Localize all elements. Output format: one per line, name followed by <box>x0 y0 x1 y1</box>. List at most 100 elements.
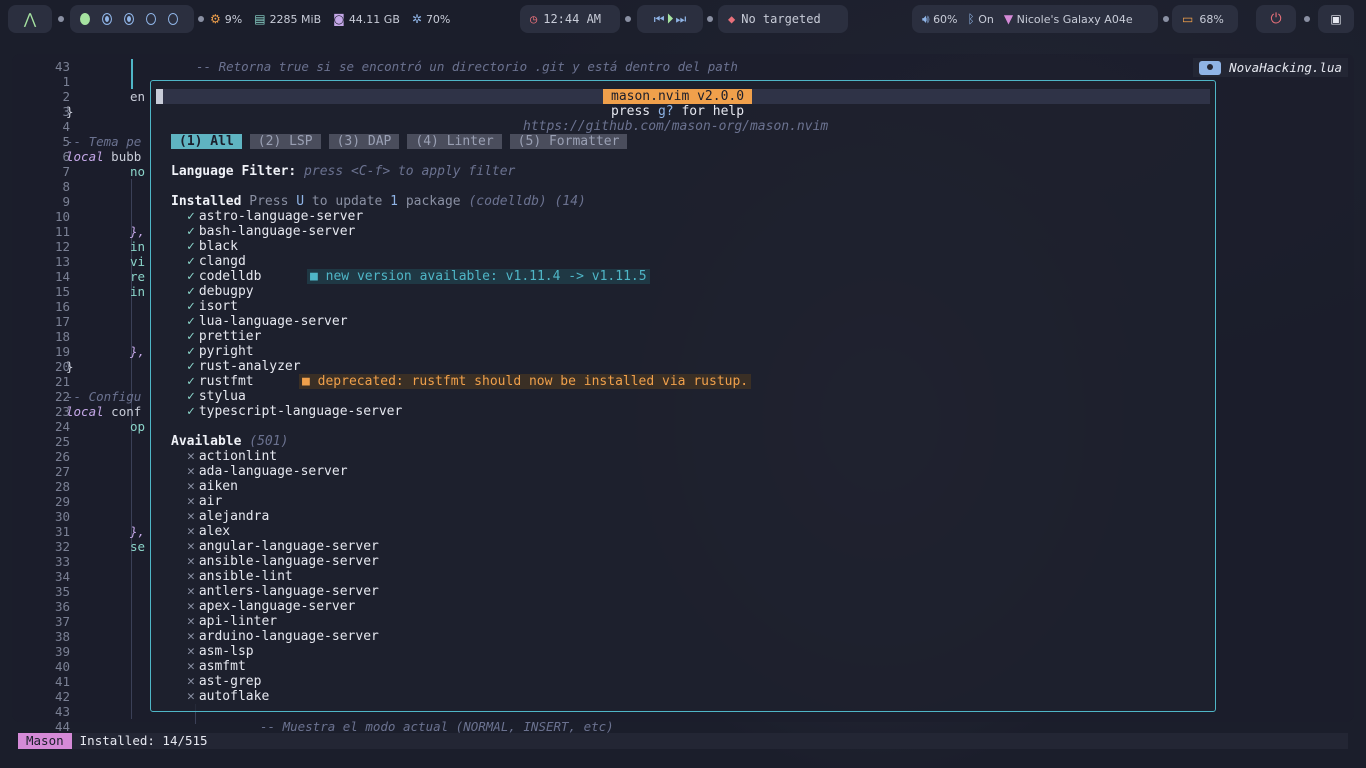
line-number: 28 <box>54 479 70 494</box>
volume-level: 60% <box>933 12 958 26</box>
available-package[interactable]: ✕ ada-language-server <box>187 464 348 479</box>
play-icon[interactable]: ⏵ <box>667 11 674 27</box>
check-icon: ✓ <box>187 329 195 344</box>
available-package[interactable]: ✕ asmfmt <box>187 659 246 674</box>
rustfmt-deprecation-notice: ■ deprecated: rustfmt should now be inst… <box>299 374 752 389</box>
available-package[interactable]: ✕ apex-language-server <box>187 599 355 614</box>
installed-package[interactable]: ✓ clangd <box>187 254 246 269</box>
available-package[interactable]: ✕ antlers-language-server <box>187 584 379 599</box>
check-icon: ✓ <box>187 299 195 314</box>
line-number: 29 <box>54 494 70 509</box>
code-keyword: local <box>66 149 104 164</box>
installed-package[interactable]: ✓ pyright <box>187 344 254 359</box>
tab-linter[interactable]: (4) Linter <box>407 134 502 149</box>
code-fragment: vi <box>130 254 146 269</box>
language-filter[interactable]: Language Filter: press <C-f> to apply fi… <box>171 164 515 179</box>
tab-all[interactable]: (1) All <box>171 134 242 149</box>
available-package[interactable]: ✕ air <box>187 494 222 509</box>
package-name: codelldb <box>198 269 262 284</box>
installed-package[interactable]: ✓ rust-analyzer <box>187 359 301 374</box>
available-package[interactable]: ✕ aiken <box>187 479 238 494</box>
workspace-4[interactable] <box>146 13 156 25</box>
clipboard-button[interactable]: ▣ <box>1318 5 1354 33</box>
available-package[interactable]: ✕ autoflake <box>187 689 269 704</box>
available-package[interactable]: ✕ alex <box>187 524 230 539</box>
available-package[interactable]: ✕ api-linter <box>187 614 277 629</box>
line-number: 19 <box>54 344 70 359</box>
separator-dot <box>1163 16 1169 22</box>
workspace-3[interactable] <box>124 13 134 25</box>
line-number: 36 <box>54 599 70 614</box>
active-window[interactable]: ◆ No targeted <box>718 5 848 33</box>
media-controls: ⏮ ⏵ ⏭ <box>637 5 703 33</box>
wifi-indicator[interactable]: ▼ Nicole's Galaxy A04e <box>1004 12 1133 26</box>
line-number: 26 <box>54 449 70 464</box>
battery-indicator[interactable]: ▭ 68% <box>1172 5 1238 33</box>
cross-icon: ✕ <box>187 599 195 614</box>
line-number: 16 <box>54 299 70 314</box>
available-package[interactable]: ✕ arduino-language-server <box>187 629 379 644</box>
installed-package[interactable]: ✓ bash-language-server <box>187 224 355 239</box>
mason-url[interactable]: https://github.com/mason-org/mason.nvim <box>523 119 828 134</box>
code-fragment: re <box>130 269 146 284</box>
check-icon: ✓ <box>187 209 195 224</box>
volume-indicator[interactable]: 🔊︎ 60% <box>922 12 958 27</box>
code-fragment: }, <box>130 224 146 239</box>
cross-icon: ✕ <box>187 494 195 509</box>
workspace-1[interactable] <box>80 13 90 25</box>
code-fragment: en <box>130 89 146 104</box>
installed-package[interactable]: ✓ typescript-language-server <box>187 404 402 419</box>
line-number: 37 <box>54 614 70 629</box>
workspace-2[interactable] <box>102 13 112 25</box>
previous-icon[interactable]: ⏮ <box>654 12 665 27</box>
tab-lsp[interactable]: (2) LSP <box>249 134 321 149</box>
clock-icon: ◷ <box>530 12 538 26</box>
installed-package[interactable]: ✓ codelldb <box>187 269 261 284</box>
line-number: 43 <box>54 704 70 719</box>
installed-package[interactable]: ✓ debugpy <box>187 284 254 299</box>
available-package[interactable]: ✕ alejandra <box>187 509 269 524</box>
line-number: 7 <box>62 164 70 179</box>
package-name: ast-grep <box>198 674 262 689</box>
code-comment: -- Configu <box>66 389 142 404</box>
available-label: Available <box>171 434 242 449</box>
line-number: 33 <box>54 554 70 569</box>
available-package[interactable]: ✕ asm-lsp <box>187 644 254 659</box>
installed-package[interactable]: ✓ astro-language-server <box>187 209 363 224</box>
bluetooth-indicator[interactable]: ᛒ On <box>968 12 994 26</box>
installed-package[interactable]: ✓ rustfmt <box>187 374 254 389</box>
package-name: ansible-language-server <box>198 554 379 569</box>
installed-package[interactable]: ✓ black <box>187 239 238 254</box>
package-name: asm-lsp <box>198 644 254 659</box>
launcher-button[interactable]: ⋀ <box>8 5 52 33</box>
mason-window[interactable]: mason.nvim v2.0.0 press g? for help http… <box>150 80 1216 712</box>
installed-package[interactable]: ✓ prettier <box>187 329 261 344</box>
tab-formatter[interactable]: (5) Formatter <box>509 134 628 149</box>
clipboard-icon: ▣ <box>1330 12 1342 26</box>
available-package[interactable]: ✕ ansible-language-server <box>187 554 379 569</box>
installed-package[interactable]: ✓ lua-language-server <box>187 314 348 329</box>
available-package[interactable]: ✕ actionlint <box>187 449 277 464</box>
separator-dot <box>707 16 713 22</box>
line-number: 41 <box>54 674 70 689</box>
cross-icon: ✕ <box>187 539 195 554</box>
file-tab[interactable]: NovaHacking.lua <box>1193 58 1348 77</box>
workspace-5[interactable] <box>168 13 178 25</box>
mason-title: mason.nvim v2.0.0 <box>603 89 753 104</box>
package-name: typescript-language-server <box>198 404 403 419</box>
clock[interactable]: ◷ 12:44 AM <box>520 5 620 33</box>
power-button[interactable]: ⏻ <box>1256 5 1296 33</box>
available-package[interactable]: ✕ ast-grep <box>187 674 261 689</box>
arch-logo-icon: ⋀ <box>23 10 37 28</box>
next-icon[interactable]: ⏭ <box>676 12 687 27</box>
available-package[interactable]: ✕ ansible-lint <box>187 569 293 584</box>
installed-package[interactable]: ✓ stylua <box>187 389 246 404</box>
available-package[interactable]: ✕ angular-language-server <box>187 539 379 554</box>
tab-dap[interactable]: (3) DAP <box>328 134 400 149</box>
installed-package[interactable]: ✓ isort <box>187 299 238 314</box>
cross-icon: ✕ <box>187 689 195 704</box>
package-name: pyright <box>198 344 254 359</box>
code-area[interactable]: -- Retorna true si se encontró un direct… <box>66 59 738 734</box>
package-name: astro-language-server <box>198 209 364 224</box>
cross-icon: ✕ <box>187 629 195 644</box>
